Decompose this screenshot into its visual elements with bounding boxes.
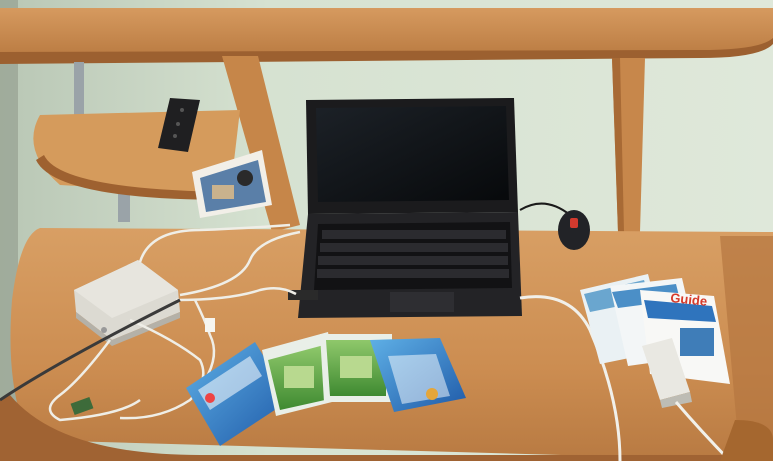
- photo-scene: Guide: [0, 0, 773, 461]
- mouse: [558, 210, 590, 250]
- touchpad: [390, 292, 454, 312]
- laptop: [288, 98, 522, 318]
- scene-illustration: Guide: [0, 0, 773, 461]
- metal-post: [74, 62, 84, 120]
- laptop-screen: [316, 106, 509, 202]
